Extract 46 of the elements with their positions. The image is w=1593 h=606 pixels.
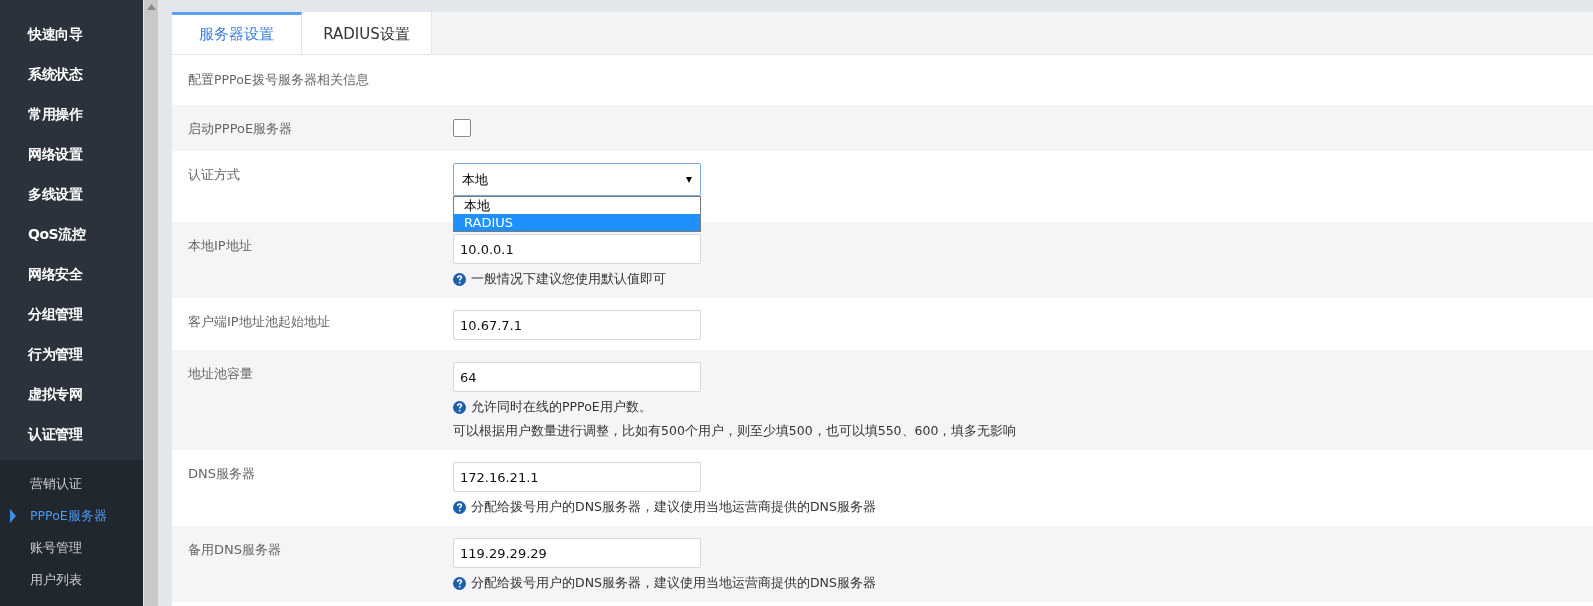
tab[interactable]: 服务器设置 [172, 12, 302, 54]
hint-text: 可以根据用户数量进行调整，比如有500个用户，则至少填500，也可以填550、600，填多无影响 [453, 422, 1017, 440]
nav-item[interactable]: 常用操作 [0, 94, 143, 134]
hint-text: 分配给拨号用户的DNS服务器，建议使用当地运营商提供的DNS服务器 [471, 498, 876, 516]
nav-item[interactable]: 分组管理 [0, 294, 143, 334]
field-label: 本地IP地址 [187, 237, 253, 255]
help-icon [453, 576, 466, 590]
active-marker-icon [10, 509, 16, 523]
submenu-item[interactable]: PPPoE服务器 [0, 500, 143, 532]
input-field[interactable]: 10.67.7.1 [453, 310, 701, 340]
field-label: 客户端IP地址池起始地址 [187, 313, 331, 331]
field-label: 地址池容量 [187, 365, 254, 383]
submenu-item[interactable]: 营销认证 [0, 468, 143, 500]
nav-item[interactable]: 快速向导 [0, 14, 143, 54]
nav-item[interactable]: 虚拟专网 [0, 374, 143, 414]
submenu-item[interactable]: 用户列表 [0, 564, 143, 596]
field-label: 认证方式 [187, 166, 241, 184]
scroll-up-icon[interactable] [146, 4, 156, 10]
nav-item[interactable]: 多线设置 [0, 174, 143, 214]
input-field[interactable]: 119.29.29.29 [453, 538, 701, 568]
input-field[interactable]: 172.16.21.1 [453, 462, 701, 492]
field-label: 启动PPPoE服务器 [187, 120, 294, 138]
hint-text: 允许同时在线的PPPoE用户数。 [471, 398, 652, 416]
nav-item[interactable]: 网络设置 [0, 134, 143, 174]
nav-item[interactable]: 认证管理 [0, 414, 143, 454]
nav-item[interactable]: 网络安全 [0, 254, 143, 294]
submenu-item[interactable]: 账号管理 [0, 532, 143, 564]
input-field[interactable]: 10.0.0.1 [453, 234, 701, 264]
hint-text: 分配给拨号用户的DNS服务器，建议使用当地运营商提供的DNS服务器 [471, 574, 876, 592]
dropdown-option[interactable]: 本地 [454, 197, 700, 214]
input-field[interactable]: 64 [453, 362, 701, 392]
help-icon [453, 500, 466, 514]
help-icon [453, 400, 466, 414]
nav-item[interactable]: 行为管理 [0, 334, 143, 374]
description-text: 配置PPPoE拨号服务器相关信息 [187, 71, 370, 89]
caret-icon [686, 176, 692, 183]
help-icon [453, 272, 466, 286]
nav-item[interactable]: 系统状态 [0, 54, 143, 94]
field-label: 备用DNS服务器 [187, 541, 282, 559]
scrollbar[interactable] [143, 0, 158, 606]
checkbox[interactable] [453, 119, 471, 137]
dropdown[interactable]: 本地 [453, 163, 701, 196]
hint-text: 一般情况下建议您使用默认值即可 [471, 270, 666, 288]
field-label: DNS服务器 [187, 465, 256, 483]
nav-item[interactable]: QoS流控 [0, 214, 143, 254]
tab[interactable]: RADIUS设置 [302, 12, 432, 54]
